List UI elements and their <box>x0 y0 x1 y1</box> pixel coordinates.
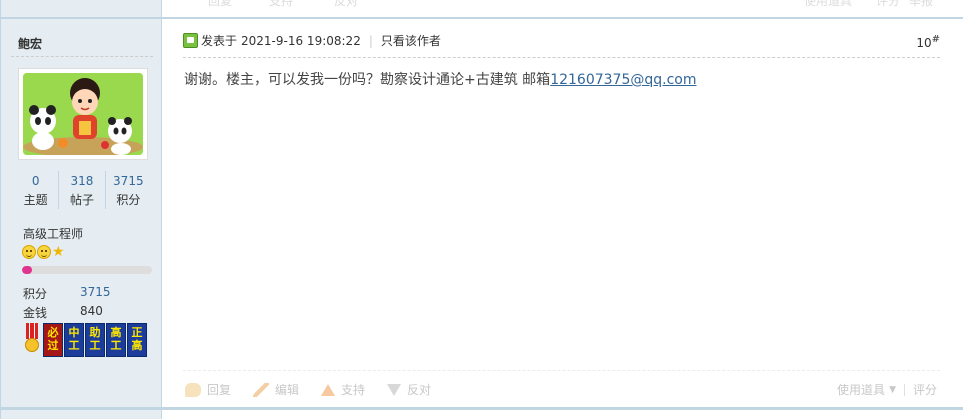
post-separator <box>1 407 963 419</box>
reply-icon <box>185 382 201 397</box>
avatar[interactable] <box>18 68 148 160</box>
thumb-down-icon <box>387 383 402 396</box>
prev-use-item-link[interactable]: 使用道具 <box>804 0 852 9</box>
money-label: 金钱 <box>23 306 48 320</box>
medals: 必过 中工 助工 高工 正高 <box>22 323 147 357</box>
author-sidebar: 鲍宏 0 主题 318 帖子 3715 积分 高级工程师 ★ 积分 3715 金… <box>1 19 162 407</box>
post-main: 发表于 2021-9-16 19:08:22 | 只看该作者 10# 谢谢。楼主… <box>163 19 962 407</box>
oppose-button[interactable]: 反对 <box>387 381 431 398</box>
avatar-cartoon-icon <box>23 73 143 155</box>
pencil-icon <box>253 382 270 397</box>
posted-time: 2021-9-16 19:08:22 <box>241 33 361 48</box>
medal-gao-gong[interactable]: 高工 <box>106 323 126 357</box>
post-actions: 回复 编辑 支持 反对 <box>185 381 453 398</box>
points-row: 积分 3715 <box>23 285 111 302</box>
floor-number[interactable]: 10# <box>916 34 940 50</box>
rank-progress-bar <box>22 266 152 274</box>
rank-title: 高级工程师 <box>23 227 84 241</box>
post-content: 谢谢。楼主，可以发我一份吗？勘察设计通论+古建筑 邮箱121607375@qq.… <box>184 69 696 89</box>
stat-points-value[interactable]: 3715 <box>106 171 151 191</box>
reply-button[interactable]: 回复 <box>185 381 231 398</box>
stat-threads-value[interactable]: 0 <box>13 171 58 191</box>
smiley-rank-icon <box>37 245 51 259</box>
forum-post: 回复 支持 反对 使用道具 评分 举报 鲍宏 0 主题 318 帖子 3715 … <box>0 0 963 419</box>
thumb-up-icon <box>321 383 336 396</box>
points-value[interactable]: 3715 <box>80 285 111 299</box>
chevron-down-icon[interactable]: ▼ <box>889 385 896 395</box>
post-text: 谢谢。楼主，可以发我一份吗？勘察设计通论+古建筑 邮箱 <box>184 72 551 88</box>
stat-posts[interactable]: 318 帖子 <box>59 171 106 209</box>
stat-posts-label: 帖子 <box>69 193 94 207</box>
money-value: 840 <box>80 304 103 318</box>
prev-oppose-link[interactable]: 反对 <box>334 0 358 9</box>
stat-threads[interactable]: 0 主题 <box>13 171 60 209</box>
previous-post-footer: 回复 支持 反对 使用道具 评分 举报 <box>1 0 963 19</box>
prev-report-link[interactable]: 举报 <box>909 0 933 9</box>
rank-progress-fill <box>22 266 33 274</box>
posted-prefix: 发表于 <box>201 34 238 48</box>
prev-rate-link[interactable]: 评分 <box>876 0 900 9</box>
use-item-menu[interactable]: 使用道具 <box>837 381 885 398</box>
medal-zhu-gong[interactable]: 助工 <box>85 323 105 357</box>
rank-stars: ★ <box>22 245 65 259</box>
smiley-rank-icon <box>22 245 36 259</box>
medal-zheng-gao[interactable]: 正高 <box>127 323 147 357</box>
email-link[interactable]: 121607375@qq.com <box>550 72 696 88</box>
prev-reply-link[interactable]: 回复 <box>208 0 232 9</box>
support-button[interactable]: 支持 <box>321 381 365 398</box>
post-meta: 发表于 2021-9-16 19:08:22 | 只看该作者 <box>183 32 441 49</box>
online-status-icon <box>183 33 198 48</box>
edit-button[interactable]: 编辑 <box>253 381 299 398</box>
author-name[interactable]: 鲍宏 <box>18 35 42 52</box>
money-row: 金钱 840 <box>23 304 103 321</box>
star-rank-icon: ★ <box>52 244 65 260</box>
points-label: 积分 <box>23 287 48 301</box>
meta-separator: | <box>368 33 373 48</box>
only-author-link[interactable]: 只看该作者 <box>381 32 441 49</box>
stat-threads-label: 主题 <box>23 193 48 207</box>
medal-bi-guo[interactable]: 必过 <box>43 323 63 357</box>
post-tools: 使用道具 ▼ 评分 <box>837 381 937 398</box>
stat-posts-value[interactable]: 318 <box>59 171 104 191</box>
rate-button[interactable]: 评分 <box>913 381 937 398</box>
author-stats: 0 主题 318 帖子 3715 积分 <box>13 171 151 209</box>
stat-points[interactable]: 3715 积分 <box>106 171 151 209</box>
medal-zhong-gong[interactable]: 中工 <box>64 323 84 357</box>
stat-points-label: 积分 <box>116 193 141 207</box>
avatar-image <box>23 73 143 155</box>
prev-support-link[interactable]: 支持 <box>269 0 293 9</box>
medal-ribbon-icon[interactable] <box>22 323 42 357</box>
